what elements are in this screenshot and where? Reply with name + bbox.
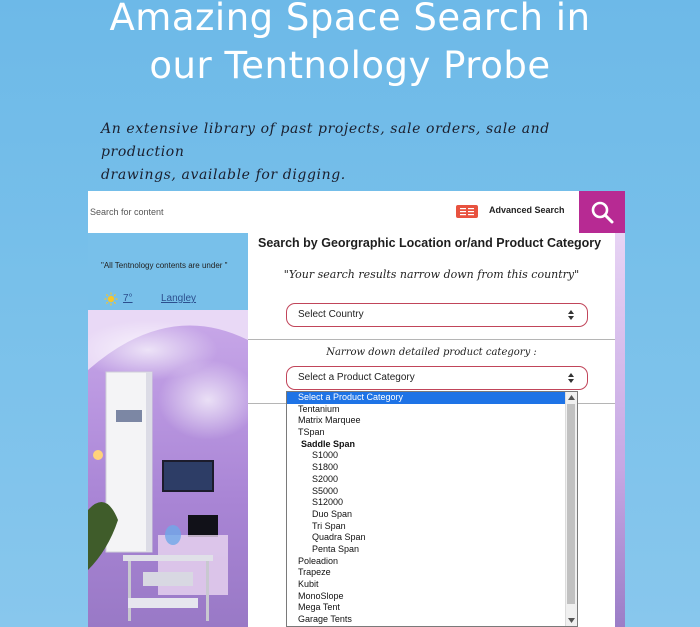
dropdown-option[interactable]: Matrix Marquee [287,415,567,427]
search-bar: Advanced Search [88,191,625,233]
dropdown-option[interactable]: Tri Span [287,521,567,533]
dropdown-option[interactable]: Garage Tents [287,614,567,626]
hero-tagline: An extensive library of past projects, s… [101,118,621,187]
dropdown-option[interactable]: MonoSlope [287,591,567,603]
category-select-value: Select a Product Category [298,372,415,383]
dropdown-option[interactable]: Kubit [287,579,567,591]
dropdown-option[interactable]: Quadra Span [287,532,567,544]
panel-title: Search by Georgraphic Location or/and Pr… [258,236,602,250]
advanced-search-link[interactable]: Advanced Search [489,205,565,215]
scroll-up-icon[interactable] [568,395,575,401]
dropdown-option[interactable]: S12000 [287,497,567,509]
hero-title-line1: Amazing Space Search in [109,0,591,39]
search-input[interactable] [88,191,447,233]
dropdown-option[interactable]: S1000 [287,450,567,462]
dropdown-option[interactable]: TSpan [287,427,567,439]
dropdown-option[interactable]: Duo Span [287,509,567,521]
dropdown-option[interactable]: S2000 [287,474,567,486]
weather-city[interactable]: Langley [161,293,196,304]
copyright-note: "All Tentnology contents are under " [101,261,228,270]
hero-title: Amazing Space Search in our Tentnology P… [0,0,700,90]
category-subtitle: Narrow down detailed product category : [326,347,537,358]
dropdown-option[interactable]: Penta Span [287,544,567,556]
tagline-line1: An extensive library of past projects, s… [101,121,550,160]
dropdown-option[interactable]: Poleadion [287,556,567,568]
dropdown-option-group[interactable]: Saddle Span [287,439,567,451]
tent-interior-photo [88,310,248,627]
magnifier-icon [591,201,614,224]
dropdown-scrollbar[interactable] [565,392,577,626]
dropdown-option[interactable]: Tentanium [287,404,567,416]
updown-arrow-icon [568,310,574,320]
country-select-value: Select Country [298,309,364,320]
dropdown-option[interactable]: Select a Product Category [287,392,567,404]
sun-icon [104,292,118,311]
dropdown-option[interactable]: S5000 [287,486,567,498]
country-subtitle: "Your search results narrow down from th… [283,268,580,281]
tagline-line2: drawings, available for digging. [101,167,346,183]
country-select[interactable]: Select Country [286,303,588,327]
dropdown-option[interactable]: S1800 [287,462,567,474]
dropdown-option[interactable]: Mega Tent [287,602,567,614]
weather-temperature[interactable]: 7° [123,293,133,304]
dropdown-options: Select a Product Category Tentanium Matrix… [287,392,567,626]
document-icon[interactable] [456,205,478,218]
search-button[interactable] [579,191,625,233]
category-select[interactable]: Select a Product Category [286,366,588,390]
scroll-thumb[interactable] [567,404,575,604]
category-dropdown-list[interactable]: Select a Product Category Tentanium Matrix… [286,391,578,627]
updown-arrow-icon [568,373,574,383]
section-divider [248,339,615,340]
hero-title-line2: our Tentnology Probe [149,44,551,87]
right-photo-strip [615,233,625,627]
scroll-down-icon[interactable] [568,617,575,623]
dropdown-option[interactable]: Trapeze [287,567,567,579]
